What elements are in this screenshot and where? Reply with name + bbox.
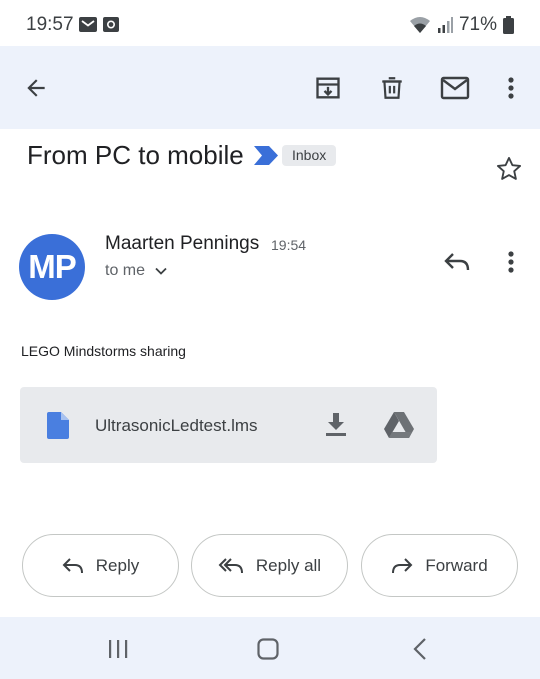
reply-button[interactable]: Reply (22, 534, 179, 597)
forward-icon (392, 557, 413, 573)
home-icon (257, 638, 279, 660)
back-button[interactable] (14, 66, 58, 110)
status-bar: 19:57 71% (0, 0, 540, 46)
reply-all-label: Reply all (255, 555, 322, 575)
back-arrow-icon (27, 79, 45, 97)
back-nav-icon (413, 638, 426, 660)
message-body: LEGO Mindstorms sharing (21, 343, 186, 359)
recipient-details-toggle[interactable]: to me (105, 262, 167, 280)
message-subject: From PC to mobile (27, 140, 244, 170)
importance-marker-icon[interactable] (254, 146, 278, 165)
forward-label: Forward (425, 555, 488, 575)
recent-apps-icon (109, 640, 128, 658)
reply-icon (62, 557, 83, 573)
save-to-drive-button[interactable] (382, 409, 416, 441)
reply-all-button[interactable]: Reply all (191, 534, 348, 597)
media-notification-icon (103, 17, 119, 32)
more-vert-icon (508, 77, 514, 99)
nav-back-button[interactable] (400, 635, 440, 663)
mark-unread-button[interactable] (433, 66, 477, 110)
mark-unread-icon (440, 76, 470, 100)
download-icon (326, 413, 346, 436)
more-options-button[interactable] (489, 66, 533, 110)
message-time: 19:54 (271, 237, 307, 253)
wifi-icon (409, 17, 430, 33)
message-more-button[interactable] (494, 242, 528, 282)
delete-icon (382, 77, 402, 99)
download-attachment-button[interactable] (320, 409, 352, 441)
battery-percent: 71% (458, 14, 497, 35)
reply-icon (444, 253, 470, 271)
chevron-down-icon (155, 267, 167, 275)
delete-button[interactable] (370, 66, 414, 110)
google-drive-icon (384, 412, 414, 438)
recent-apps-button[interactable] (98, 635, 138, 663)
file-icon (47, 412, 69, 439)
status-right: 71% (409, 14, 514, 36)
status-time: 19:57 (26, 14, 74, 35)
sender-name: Maarten Pennings (105, 233, 260, 254)
signal-icon (437, 17, 453, 33)
reply-label: Reply (95, 555, 140, 575)
star-button[interactable] (494, 154, 524, 184)
message-toolbar (0, 46, 540, 129)
attachment-filename: UltrasonicLedtest.lms (95, 416, 258, 435)
more-vert-icon (508, 251, 514, 273)
attachment-card[interactable]: UltrasonicLedtest.lms (20, 387, 437, 463)
mail-notification-icon (79, 17, 97, 32)
star-icon (496, 156, 522, 180)
archive-button[interactable] (306, 66, 350, 110)
forward-button[interactable]: Forward (361, 534, 518, 597)
recipient-text: to me (105, 262, 146, 279)
reply-all-icon (218, 557, 243, 573)
system-nav-bar (0, 617, 540, 679)
quick-reply-button[interactable] (437, 242, 477, 282)
home-button[interactable] (248, 635, 288, 663)
archive-icon (316, 77, 340, 99)
battery-icon (503, 16, 514, 34)
label-chip-inbox[interactable]: Inbox (282, 145, 337, 166)
sender-avatar[interactable]: MP (19, 234, 85, 300)
